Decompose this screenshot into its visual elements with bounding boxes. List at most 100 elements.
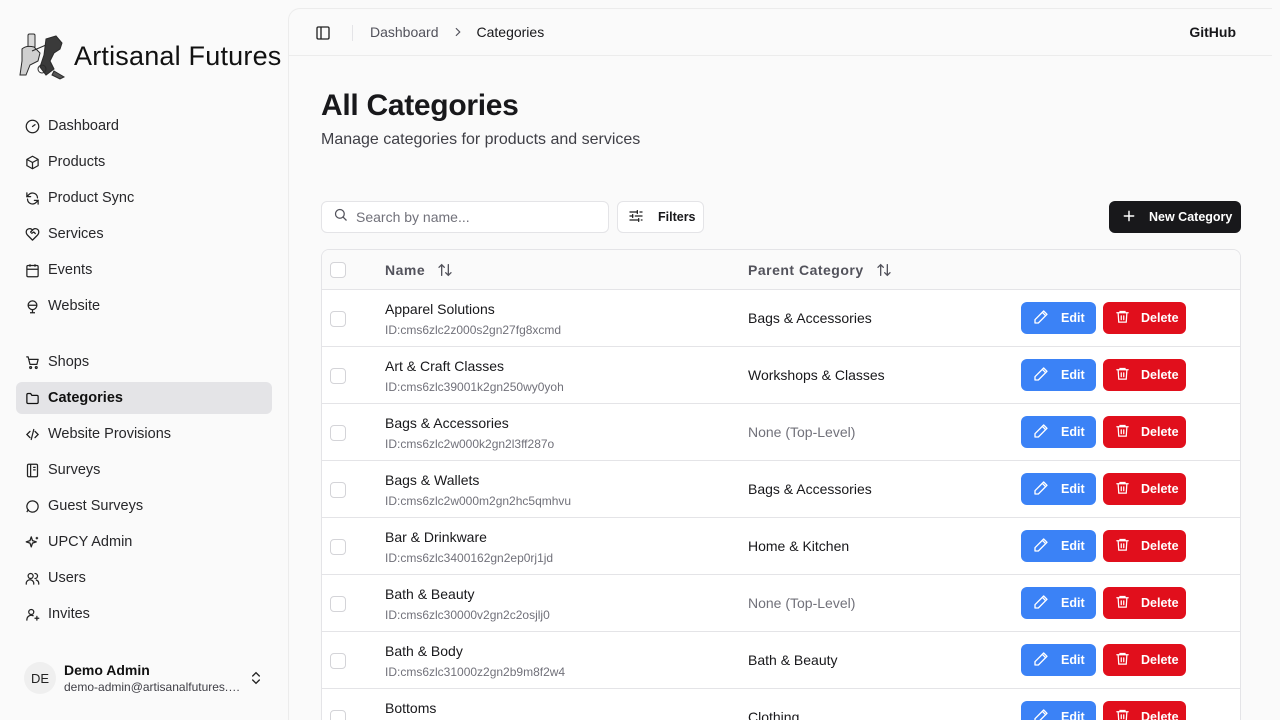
chevrons-up-down-icon [248, 670, 264, 686]
search-box[interactable] [321, 201, 609, 233]
divider [352, 25, 353, 41]
new-category-button[interactable]: New Category [1109, 201, 1241, 233]
sidebar-item-dashboard[interactable]: Dashboard [16, 110, 272, 142]
table-row: Apparel Solutions ID:cms6zlc2z000s2gn27f… [322, 290, 1240, 347]
globe-icon [24, 298, 40, 314]
user-plus-icon [24, 606, 40, 622]
github-link[interactable]: GitHub [1189, 24, 1236, 40]
pencil-icon [1033, 651, 1049, 670]
edit-button[interactable]: Edit [1021, 530, 1096, 562]
edit-button[interactable]: Edit [1021, 587, 1096, 619]
sidebar-item-guest-surveys[interactable]: Guest Surveys [16, 490, 272, 522]
filters-button[interactable]: Filters [617, 201, 704, 233]
sort-icon [876, 262, 892, 278]
delete-button[interactable]: Delete [1103, 701, 1186, 720]
sidebar: Artisanal Futures Dashboard Products Pro… [0, 0, 288, 720]
avatar: DE [24, 662, 56, 694]
sidebar-item-shops[interactable]: Shops [16, 346, 272, 378]
sidebar-item-categories[interactable]: Categories [16, 382, 272, 414]
table-row: Art & Craft Classes ID:cms6zlc39001k2gn2… [322, 347, 1240, 404]
row-checkbox[interactable] [330, 311, 346, 327]
category-id: ID:cms6zlc39001k2gn250wy0yoh [385, 380, 564, 394]
edit-button[interactable]: Edit [1021, 473, 1096, 505]
sidebar-item-label: Dashboard [48, 118, 119, 134]
sidebar-item-label: Website Provisions [48, 426, 172, 442]
column-label: Parent Category [748, 262, 864, 278]
plus-icon [1122, 209, 1136, 226]
delete-label: Delete [1141, 425, 1179, 439]
edit-button[interactable]: Edit [1021, 359, 1096, 391]
sidebar-item-website-provisions[interactable]: Website Provisions [16, 418, 272, 450]
search-icon [333, 207, 348, 227]
sidebar-item-products[interactable]: Products [16, 146, 272, 178]
sidebar-item-users[interactable]: Users [16, 562, 272, 594]
row-checkbox[interactable] [330, 482, 346, 498]
search-input[interactable] [356, 209, 596, 225]
trash-icon [1115, 537, 1130, 555]
trash-icon [1115, 480, 1130, 498]
category-id: ID:cms6zlc2w000k2gn2l3ff287o [385, 437, 555, 451]
breadcrumb-current: Categories [476, 24, 545, 40]
sidebar-item-services[interactable]: Services [16, 218, 272, 250]
sidebar-item-label: Guest Surveys [48, 498, 144, 514]
user-name: Demo Admin [64, 662, 150, 678]
row-checkbox[interactable] [330, 425, 346, 441]
message-circle-icon [24, 498, 40, 514]
category-id: ID:cms6zlc30000v2gn2c2osjlj0 [385, 608, 550, 622]
sidebar-item-surveys[interactable]: Surveys [16, 454, 272, 486]
edit-label: Edit [1061, 425, 1085, 439]
gauge-icon [24, 118, 40, 134]
row-checkbox[interactable] [330, 710, 346, 720]
row-checkbox[interactable] [330, 539, 346, 555]
brand-logo[interactable]: Artisanal Futures [16, 30, 281, 82]
main-panel: Dashboard Categories GitHub All Categori… [288, 8, 1272, 720]
sidebar-item-label: Product Sync [48, 190, 135, 206]
delete-button[interactable]: Delete [1103, 587, 1186, 619]
sliders-icon [628, 208, 644, 227]
trash-icon [1115, 594, 1130, 612]
sidebar-item-invites[interactable]: Invites [16, 598, 272, 630]
refresh-icon [24, 190, 40, 206]
table-row: Bath & Body ID:cms6zlc31000z2gn2b9m8f2w4… [322, 632, 1240, 689]
sidebar-item-label: Website [48, 298, 101, 314]
delete-button[interactable]: Delete [1103, 359, 1186, 391]
sidebar-item-upcy-admin[interactable]: UPCY Admin [16, 526, 272, 558]
category-name: Bottoms [385, 700, 437, 716]
parent-category: Home & Kitchen [748, 538, 850, 554]
sparkles-icon [24, 534, 40, 550]
parent-category: Bags & Accessories [748, 481, 872, 497]
sidebar-item-product-sync[interactable]: Product Sync [16, 182, 272, 214]
chevron-right-icon [451, 25, 465, 39]
breadcrumb-dashboard[interactable]: Dashboard [370, 24, 439, 40]
edit-button[interactable]: Edit [1021, 302, 1096, 334]
delete-button[interactable]: Delete [1103, 302, 1186, 334]
delete-button[interactable]: Delete [1103, 530, 1186, 562]
row-checkbox[interactable] [330, 596, 346, 612]
category-name: Apparel Solutions [385, 301, 495, 317]
users-icon [24, 570, 40, 586]
trash-icon [1115, 708, 1130, 720]
delete-button[interactable]: Delete [1103, 644, 1186, 676]
pencil-icon [1033, 366, 1049, 385]
edit-button[interactable]: Edit [1021, 416, 1096, 448]
column-header-name[interactable]: Name [385, 262, 453, 278]
delete-button[interactable]: Delete [1103, 473, 1186, 505]
sidebar-item-events[interactable]: Events [16, 254, 272, 286]
row-checkbox[interactable] [330, 368, 346, 384]
sidebar-toggle-icon[interactable] [315, 25, 331, 41]
column-header-parent[interactable]: Parent Category [748, 262, 892, 278]
folder-icon [24, 390, 40, 406]
category-name: Art & Craft Classes [385, 358, 505, 374]
sidebar-item-label: Users [48, 570, 86, 586]
sidebar-item-website[interactable]: Website [16, 290, 272, 322]
parent-category: None (Top-Level) [748, 424, 856, 440]
edit-label: Edit [1061, 653, 1085, 667]
row-checkbox[interactable] [330, 653, 346, 669]
edit-button[interactable]: Edit [1021, 644, 1096, 676]
delete-button[interactable]: Delete [1103, 416, 1186, 448]
select-all-checkbox[interactable] [330, 262, 346, 278]
parent-category: Bath & Beauty [748, 652, 838, 668]
edit-button[interactable]: Edit [1021, 701, 1096, 720]
sidebar-item-label: Categories [48, 390, 123, 406]
user-menu[interactable]: DE Demo Admin demo-admin@artisanalfuture… [16, 654, 272, 702]
